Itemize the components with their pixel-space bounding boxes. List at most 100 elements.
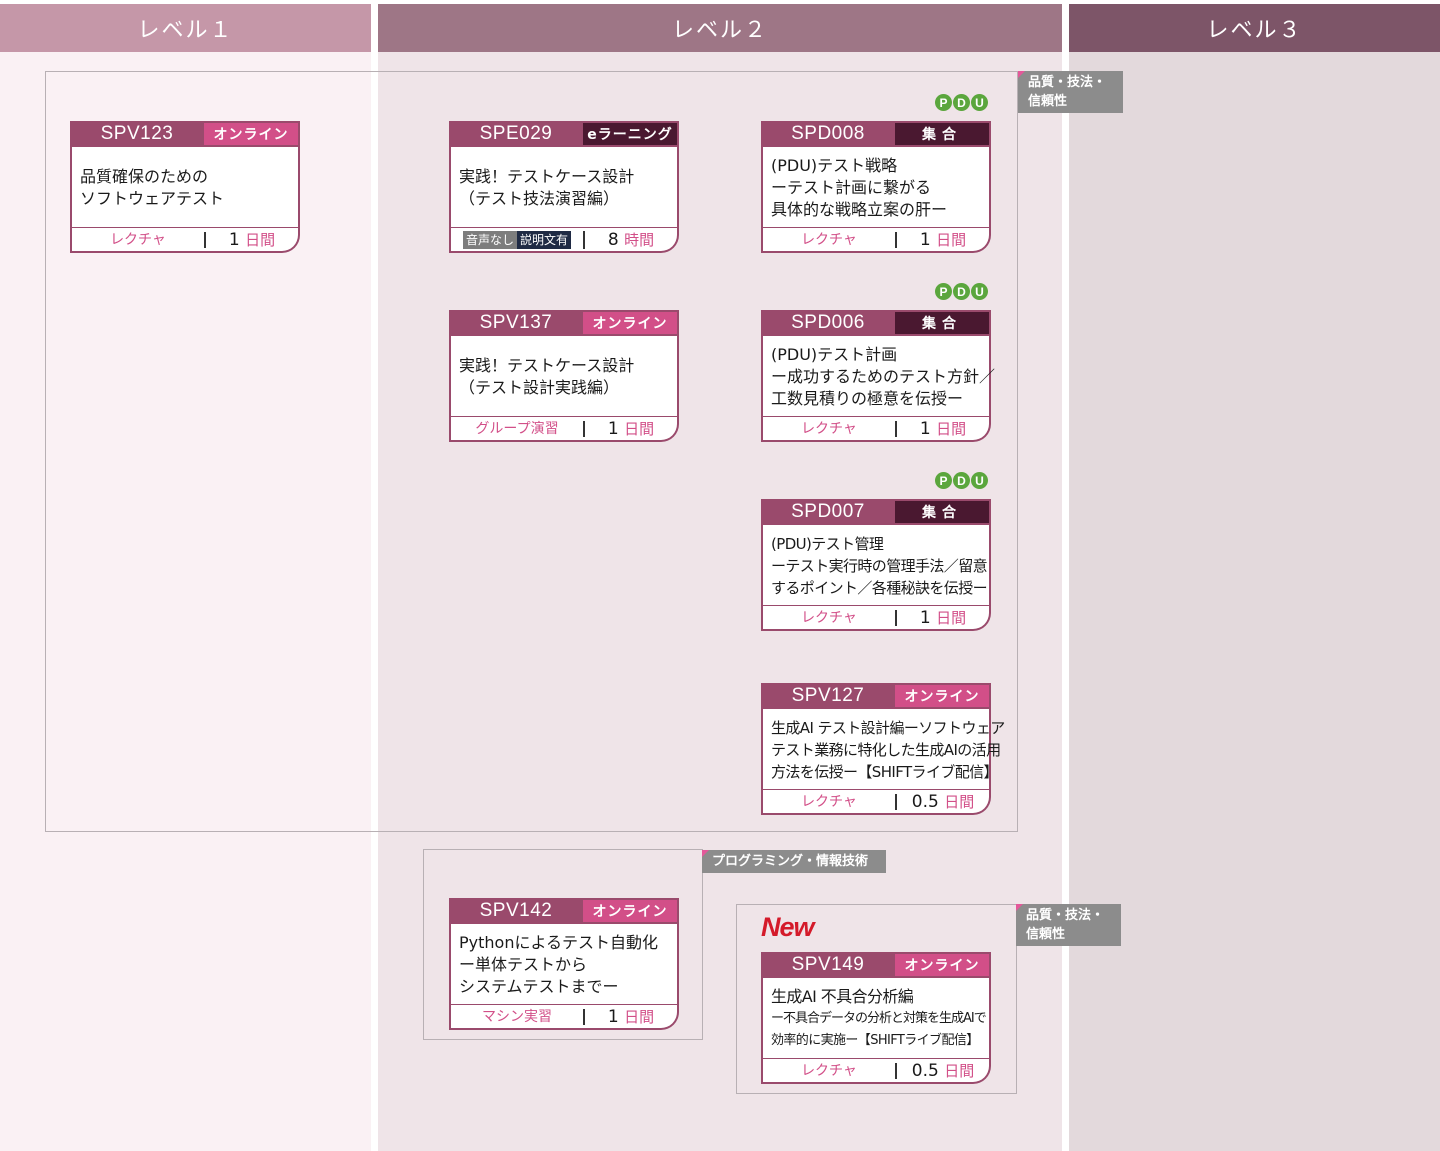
course-card-spv123[interactable]: SPV123 オンライン 品質確保のための ソフトウェアテスト レクチャ 1 日… bbox=[70, 121, 300, 253]
card-footer: レクチャ 1 日間 bbox=[70, 227, 300, 253]
quality-group-new-tag: 品質・技法・ 信頼性 bbox=[1016, 904, 1121, 946]
delivery-badge: 集合 bbox=[895, 312, 989, 334]
card-footer: レクチャ 1 日間 bbox=[761, 605, 991, 631]
course-title: 生成AI テスト設計編ーソフトウェア テスト業務に特化した生成AIの活用 方法を… bbox=[761, 709, 1005, 791]
duration-number: 1 bbox=[607, 1007, 619, 1027]
course-type: レクチャ bbox=[72, 231, 206, 248]
title-line: 方法を伝授ー【SHIFTライブ配信】 bbox=[771, 763, 999, 781]
card-header: SPV127 オンライン bbox=[761, 683, 991, 709]
course-card-spv127[interactable]: SPV127 オンライン 生成AI テスト設計編ーソフトウェア テスト業務に特化… bbox=[761, 683, 1005, 815]
duration-unit: 日間 bbox=[624, 1008, 655, 1026]
new-mark: New bbox=[761, 912, 815, 942]
quality-group-tag: 品質・技法・ 信頼性 bbox=[1018, 71, 1123, 113]
card-header: SPD008 集合 bbox=[761, 121, 991, 147]
group-tag-line2: 信頼性 bbox=[1028, 94, 1068, 109]
title-line: ーテスト実行時の管理手法／留意 bbox=[771, 557, 988, 575]
title-line: テスト業務に特化した生成AIの活用 bbox=[771, 741, 1001, 759]
course-type: レクチャ bbox=[763, 609, 897, 626]
title-line: 効率的に実施ー【SHIFTライブ配信】 bbox=[771, 1033, 979, 1048]
card-footer: レクチャ 1 日間 bbox=[761, 416, 991, 442]
title-line: システムテストまでー bbox=[459, 977, 619, 996]
course-duration: 8 時間 bbox=[585, 229, 677, 250]
pdu-u: U bbox=[971, 472, 988, 489]
title-line: ーテスト計画に繋がる bbox=[771, 178, 932, 197]
title-line: (PDU)テスト計画 bbox=[771, 345, 898, 364]
title-line: ー単体テストから bbox=[459, 955, 588, 974]
course-title: (PDU)テスト管理 ーテスト実行時の管理手法／留意 するポイント／各種秘訣を伝… bbox=[761, 525, 991, 607]
course-code: SPV127 bbox=[791, 685, 865, 706]
course-card-spv149[interactable]: SPV149 オンライン 生成AI 不具合分析編 ー不具合データの分析と対策を生… bbox=[761, 952, 991, 1084]
card-footer: レクチャ 0.5 日間 bbox=[761, 789, 991, 815]
pdu-p: P bbox=[935, 472, 952, 489]
course-duration: 1 日間 bbox=[206, 229, 298, 250]
course-card-spv142[interactable]: SPV142 オンライン Pythonによるテスト自動化 ー単体テストから シス… bbox=[449, 898, 679, 1030]
card-footer: マシン実習 1 日間 bbox=[449, 1004, 679, 1030]
course-card-spv137[interactable]: SPV137 オンライン 実践！テストケース設計 （テスト設計実践編） グループ… bbox=[449, 310, 679, 442]
pdu-d: D bbox=[953, 94, 970, 111]
pdu-badge-icon: PDU bbox=[935, 94, 988, 111]
card-header: SPD006 集合 bbox=[761, 310, 991, 336]
course-duration: 0.5 日間 bbox=[897, 1060, 989, 1081]
title-line: ー不具合データの分析と対策を生成AIで bbox=[771, 1011, 987, 1026]
title-line: 品質確保のための bbox=[80, 167, 209, 186]
card-footer: 音声なし 説明文有 8 時間 bbox=[449, 227, 679, 253]
course-type: グループ演習 bbox=[451, 420, 585, 437]
duration-number: 1 bbox=[919, 419, 931, 439]
title-line: 工数見積りの極意を伝授ー bbox=[771, 389, 964, 408]
duration-unit: 日間 bbox=[936, 420, 967, 438]
duration-unit: 日間 bbox=[944, 1062, 975, 1080]
card-footer: レクチャ 0.5 日間 bbox=[761, 1058, 991, 1084]
duration-number: 1 bbox=[228, 230, 240, 250]
programming-group-tag: プログラミング・情報技術 bbox=[702, 850, 886, 873]
course-card-spd008[interactable]: SPD008 集合 (PDU)テスト戦略 ーテスト計画に繋がる 具体的な戦略立案… bbox=[761, 121, 991, 253]
level2-label: レベル２ bbox=[671, 18, 768, 43]
pdu-d: D bbox=[953, 283, 970, 300]
course-title: 生成AI 不具合分析編 ー不具合データの分析と対策を生成AIで 効率的に実施ー【… bbox=[761, 978, 991, 1060]
course-title: 実践！テストケース設計 （テスト技法演習編） bbox=[449, 147, 679, 229]
duration-unit: 日間 bbox=[245, 231, 276, 249]
level1-header: レベル１ bbox=[0, 4, 371, 52]
card-header: SPV149 オンライン bbox=[761, 952, 991, 978]
title-line: 具体的な戦略立案の肝ー bbox=[771, 200, 948, 219]
card-header: SPV123 オンライン bbox=[70, 121, 300, 147]
level3-header: レベル３ bbox=[1069, 4, 1440, 52]
course-type: レクチャ bbox=[763, 420, 897, 437]
course-card-spd006[interactable]: SPD006 集合 (PDU)テスト計画 ー成功するためのテスト方針／ 工数見積… bbox=[761, 310, 996, 442]
level3-column: レベル３ bbox=[1069, 0, 1440, 1151]
title-line: ソフトウェアテスト bbox=[80, 189, 225, 208]
course-type: レクチャ bbox=[763, 231, 897, 248]
course-code: SPD006 bbox=[791, 312, 865, 333]
title-line: 実践！テストケース設計 bbox=[459, 356, 635, 375]
duration-number: 1 bbox=[919, 608, 931, 628]
course-title: 実践！テストケース設計 （テスト設計実践編） bbox=[449, 336, 679, 418]
delivery-badge: 集合 bbox=[895, 123, 989, 145]
course-duration: 1 日間 bbox=[897, 418, 989, 439]
course-title: 品質確保のための ソフトウェアテスト bbox=[70, 147, 300, 229]
description-tag: 説明文有 bbox=[517, 230, 572, 249]
level3-label: レベル３ bbox=[1206, 18, 1303, 43]
pdu-d: D bbox=[953, 472, 970, 489]
pdu-u: U bbox=[971, 94, 988, 111]
course-code: SPV149 bbox=[791, 954, 865, 975]
card-footer: レクチャ 1 日間 bbox=[761, 227, 991, 253]
level2-header: レベル２ bbox=[378, 4, 1062, 52]
title-line: 実践！テストケース設計 bbox=[459, 167, 635, 186]
course-code: SPV142 bbox=[479, 900, 553, 921]
course-duration: 1 日間 bbox=[897, 229, 989, 250]
duration-unit: 日間 bbox=[936, 231, 967, 249]
delivery-badge: オンライン bbox=[895, 685, 989, 707]
duration-unit: 日間 bbox=[624, 420, 655, 438]
duration-unit: 時間 bbox=[624, 231, 655, 249]
pdu-p: P bbox=[935, 283, 952, 300]
group-tag-line1: 品質・技法・ bbox=[1028, 75, 1107, 90]
course-title: (PDU)テスト計画 ー成功するためのテスト方針／ 工数見積りの極意を伝授ー bbox=[761, 336, 996, 418]
course-card-spd007[interactable]: SPD007 集合 (PDU)テスト管理 ーテスト実行時の管理手法／留意 するポ… bbox=[761, 499, 991, 631]
pdu-u: U bbox=[971, 283, 988, 300]
duration-number: 0.5 bbox=[911, 792, 939, 812]
course-code: SPE029 bbox=[479, 123, 553, 144]
title-line: ー成功するためのテスト方針／ bbox=[771, 367, 996, 386]
delivery-badge: オンライン bbox=[583, 312, 677, 334]
course-duration: 1 日間 bbox=[585, 1006, 677, 1027]
course-card-spe029[interactable]: SPE029 eラーニング 実践！テストケース設計 （テスト技法演習編） 音声な… bbox=[449, 121, 679, 253]
title-line: 生成AI テスト設計編ーソフトウェア bbox=[771, 719, 1005, 737]
